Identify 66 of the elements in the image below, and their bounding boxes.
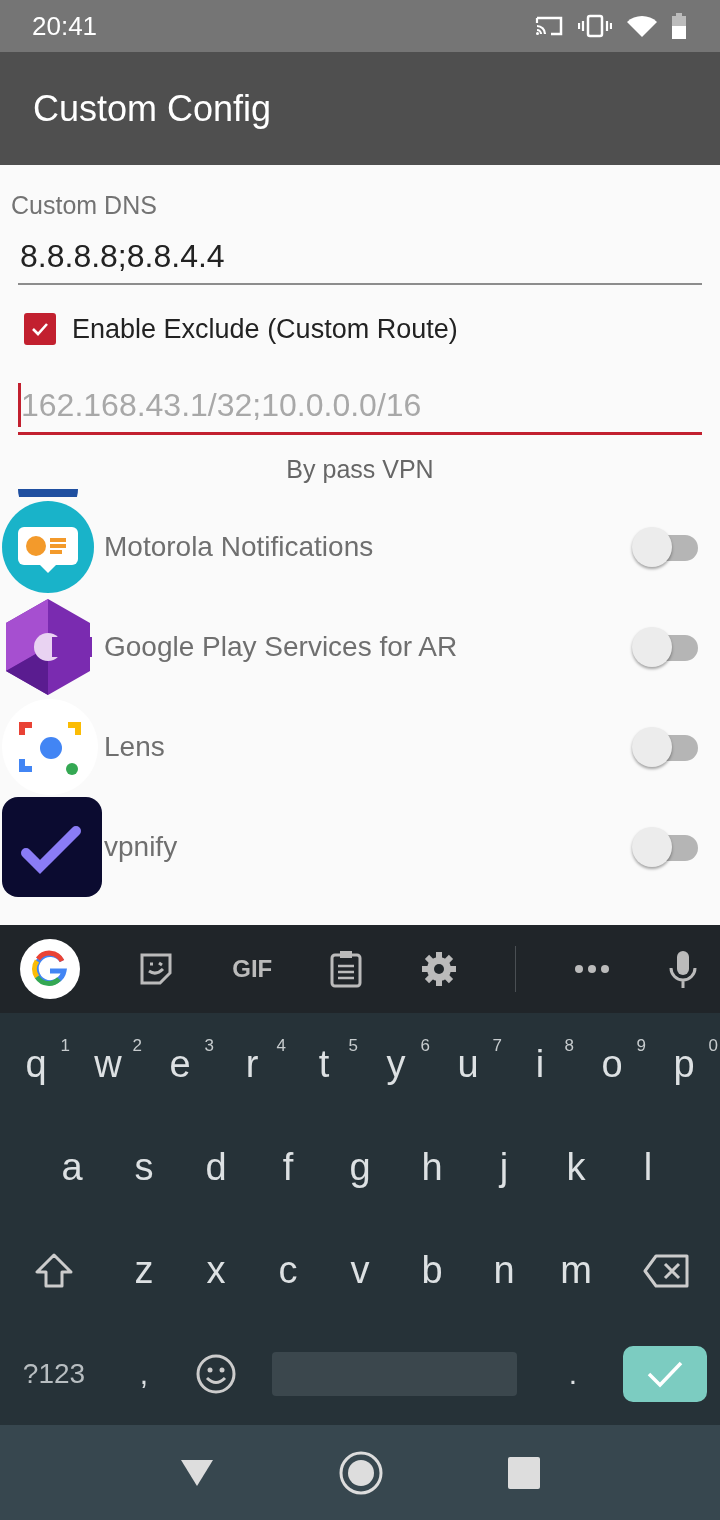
key[interactable]: j bbox=[468, 1122, 540, 1213]
toggle-switch[interactable] bbox=[632, 625, 698, 669]
key[interactable]: x bbox=[180, 1225, 252, 1316]
key[interactable]: e $^{3}$ bbox=[144, 1019, 216, 1110]
key[interactable]: d bbox=[180, 1122, 252, 1213]
google-icon[interactable] bbox=[20, 939, 80, 999]
home-icon[interactable] bbox=[338, 1449, 384, 1496]
key[interactable]: b bbox=[396, 1225, 468, 1316]
checkbox-label: Enable Exclude (Custom Route) bbox=[72, 313, 458, 345]
vibrate-icon bbox=[578, 14, 612, 38]
key[interactable]: z bbox=[108, 1225, 180, 1316]
key[interactable]: r $^{4}$ bbox=[216, 1019, 288, 1110]
app-name: Google Play Services for AR bbox=[104, 631, 459, 663]
key[interactable]: h bbox=[396, 1122, 468, 1213]
settings-icon[interactable] bbox=[420, 951, 457, 987]
key[interactable]: . bbox=[537, 1328, 609, 1419]
wifi-icon bbox=[626, 14, 658, 38]
key[interactable]: a bbox=[36, 1122, 108, 1213]
key[interactable]: f bbox=[252, 1122, 324, 1213]
key[interactable]: o $^{9}$ bbox=[576, 1019, 648, 1110]
status-time: 20:41 bbox=[32, 10, 98, 42]
key[interactable]: , bbox=[108, 1328, 180, 1419]
key[interactable]: w $^{2}$ bbox=[72, 1019, 144, 1110]
back-icon[interactable] bbox=[180, 1458, 214, 1487]
key[interactable]: y $^{6}$ bbox=[360, 1019, 432, 1110]
key[interactable]: m bbox=[540, 1225, 612, 1316]
toggle-switch[interactable] bbox=[632, 525, 698, 569]
key[interactable]: i $^{8}$ bbox=[504, 1019, 576, 1110]
recents-icon[interactable] bbox=[508, 1456, 540, 1489]
field-label: Custom DNS bbox=[11, 191, 157, 220]
key[interactable]: s bbox=[108, 1122, 180, 1213]
more-icon[interactable] bbox=[573, 964, 610, 974]
enter-key[interactable] bbox=[622, 1345, 707, 1402]
key[interactable]: n bbox=[468, 1225, 540, 1316]
sticker-icon[interactable] bbox=[138, 951, 175, 987]
key[interactable]: l bbox=[612, 1122, 684, 1213]
app-name: vpnify bbox=[104, 831, 179, 863]
shift-icon bbox=[34, 1252, 74, 1289]
app-name: Lens bbox=[104, 731, 166, 763]
app-name: Motorola Notifications bbox=[104, 531, 375, 563]
backspace-icon bbox=[643, 1253, 689, 1288]
toggle-switch[interactable] bbox=[632, 725, 698, 769]
battery-icon bbox=[672, 13, 686, 39]
checkbox[interactable] bbox=[24, 313, 56, 345]
gif-button[interactable]: GIF bbox=[232, 955, 273, 983]
clipboard-icon[interactable] bbox=[330, 950, 363, 988]
key[interactable]: g bbox=[324, 1122, 396, 1213]
key[interactable]: k bbox=[540, 1122, 612, 1213]
app-title: Custom Config bbox=[33, 87, 272, 130]
text-cursor bbox=[18, 383, 21, 427]
mic-icon[interactable] bbox=[668, 950, 698, 988]
key[interactable]: c bbox=[252, 1225, 324, 1316]
key[interactable]: q $^{1}$ bbox=[0, 1019, 72, 1110]
app-icon bbox=[18, 489, 78, 497]
section-label: By pass VPN bbox=[286, 455, 434, 484]
dns-input[interactable]: 8.8.8.8;8.8.4.4 bbox=[18, 230, 702, 285]
key[interactable]: t $^{5}$ bbox=[288, 1019, 360, 1110]
key[interactable]: u $^{7}$ bbox=[432, 1019, 504, 1110]
key[interactable]: v bbox=[324, 1225, 396, 1316]
smiley-icon bbox=[195, 1352, 237, 1395]
symbols-key[interactable]: ?123 bbox=[0, 1328, 108, 1419]
route-input[interactable]: 162.168.43.1/32;10.0.0.0/16 bbox=[18, 379, 702, 435]
app-icon bbox=[2, 797, 102, 897]
cast-icon bbox=[534, 14, 564, 38]
toggle-switch[interactable] bbox=[632, 825, 698, 869]
key[interactable]: p $^{0}$ bbox=[648, 1019, 720, 1110]
